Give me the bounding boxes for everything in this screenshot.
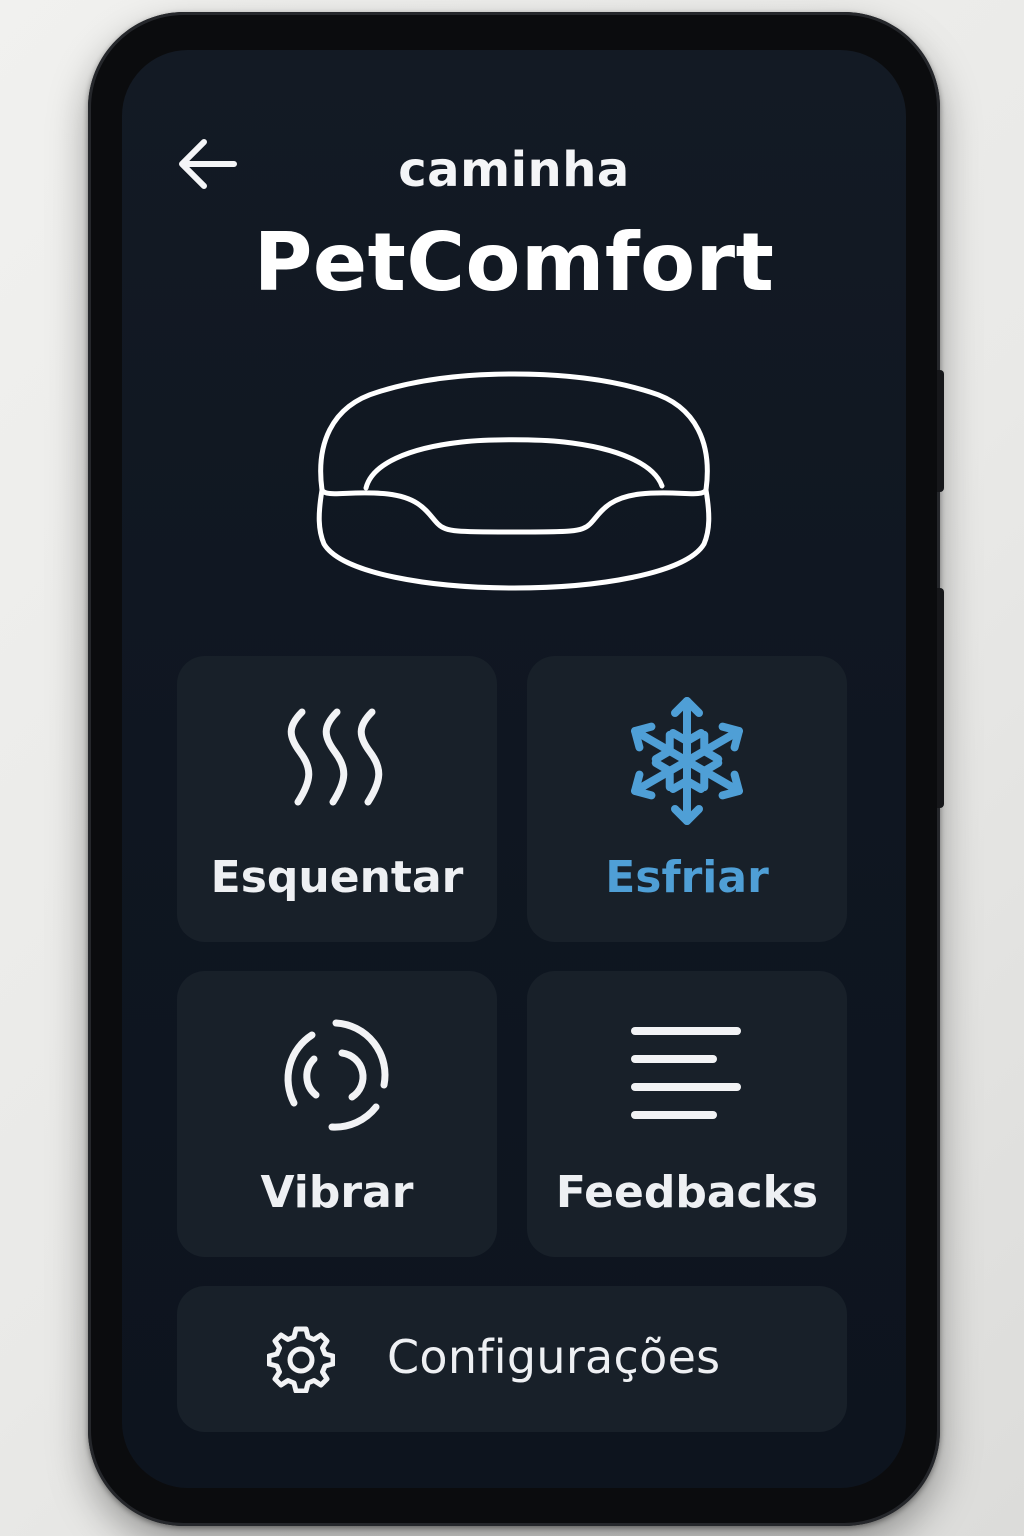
volume-button — [937, 370, 944, 492]
snowflake-icon — [631, 697, 743, 825]
page-title: PetComfort — [253, 216, 775, 309]
heat-waves-icon — [287, 708, 383, 806]
vibration-icon — [284, 1019, 389, 1131]
feedbacks-label: Feedbacks — [555, 1167, 819, 1218]
heat-button[interactable]: Esquentar — [177, 656, 497, 942]
feedbacks-button[interactable]: Feedbacks — [527, 971, 847, 1257]
power-button — [937, 588, 944, 808]
lines-icon — [631, 1027, 741, 1119]
heat-label: Esquentar — [210, 852, 464, 903]
cool-button[interactable]: Esfriar — [527, 656, 847, 942]
header-subtitle: caminha — [398, 142, 630, 198]
pet-bed-icon — [316, 371, 712, 591]
pet-bed-illustration — [312, 368, 716, 594]
cool-label: Esfriar — [605, 852, 769, 903]
settings-button[interactable]: Configurações — [177, 1286, 847, 1432]
vibrate-label: Vibrar — [260, 1167, 414, 1218]
gear-icon — [267, 1326, 335, 1393]
app-screen: caminha PetComfort Esquentar Esfriar Vib… — [122, 50, 906, 1488]
settings-label: Configurações — [387, 1330, 721, 1384]
vibrate-button[interactable]: Vibrar — [177, 971, 497, 1257]
